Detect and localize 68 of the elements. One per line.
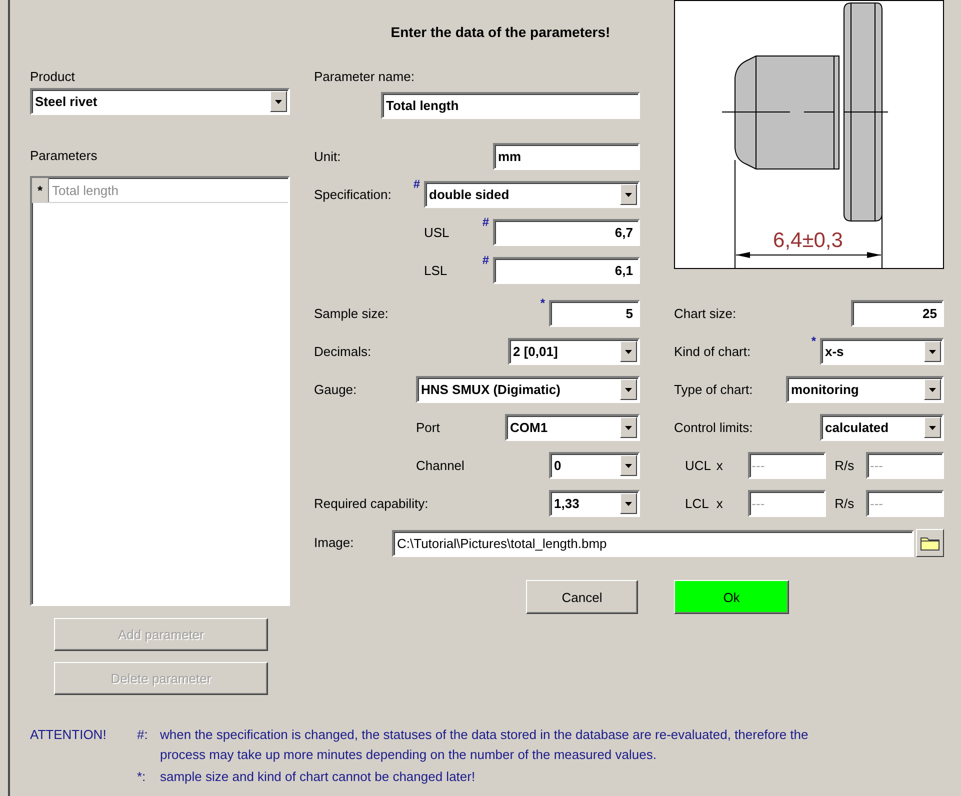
caret-icon — [929, 426, 936, 430]
ok-button[interactable]: Ok — [674, 580, 789, 614]
field-label: Decimals: — [314, 344, 372, 360]
image-path-field[interactable]: C:\Tutorial\Pictures\total_length.bmp — [392, 530, 914, 556]
limit-label: LCL — [684, 496, 710, 512]
capability-select[interactable]: 1,33 — [549, 490, 640, 517]
field-label: Parameter name: — [314, 69, 416, 85]
field-label: Parameters — [30, 148, 98, 164]
product-select[interactable]: Steel rivet — [30, 88, 290, 115]
field-label: x — [716, 458, 724, 474]
control-limits-select[interactable]: calculated — [820, 414, 944, 441]
decimals-select[interactable]: 2 [0,01] — [508, 338, 640, 365]
note-mark: *: — [137, 768, 147, 786]
caret-icon — [625, 426, 632, 430]
caret-icon — [625, 192, 632, 196]
channel-select[interactable]: 0 — [549, 452, 640, 479]
field-label: Control limits: — [674, 420, 754, 436]
caret-icon — [625, 350, 632, 354]
caret-icon — [275, 100, 282, 104]
field-label: Chart size: — [674, 306, 738, 322]
note-mark: #: — [137, 726, 149, 744]
chart-size-field[interactable]: 25 — [851, 300, 944, 327]
parameter-name-field[interactable]: Total length — [381, 92, 640, 119]
field-label: Product — [30, 69, 76, 85]
lsl-field[interactable]: 6,1 — [493, 257, 640, 284]
list-row[interactable]: * Total length — [32, 178, 288, 203]
dimension-label: 6,4±0,3 — [773, 229, 843, 252]
port-select[interactable]: COM1 — [505, 414, 640, 441]
limit-label: UCL — [684, 458, 712, 474]
caret-icon — [625, 502, 632, 506]
field-label: Image: — [314, 535, 355, 551]
chart-type-select[interactable]: monitoring — [786, 376, 944, 403]
field-label: Sample size: — [314, 306, 390, 322]
field-label: Specification: — [314, 186, 392, 202]
field-label: Kind of chart: — [674, 344, 752, 360]
chart-kind-select[interactable]: x-s — [820, 338, 944, 365]
browse-button[interactable] — [916, 529, 944, 557]
field-label: LSL — [423, 262, 448, 278]
required-mark: # — [482, 215, 490, 229]
caret-icon — [625, 464, 632, 468]
field-label: x — [716, 496, 724, 512]
note-text: when the specification is changed, the statuses of the data stored in the database are re-evaluated, therefore the process may take up more minutes depending on the number of the measured values. — [160, 726, 810, 764]
gauge-select[interactable]: HNS SMUX (Digimatic) — [416, 376, 640, 403]
folder-icon — [920, 535, 940, 551]
cancel-button[interactable]: Cancel — [526, 580, 638, 614]
field-label: R/s — [834, 458, 856, 474]
unit-field[interactable]: mm — [493, 143, 640, 170]
caret-icon — [929, 350, 936, 354]
field-label: Port — [415, 420, 441, 436]
required-mark: * — [811, 334, 817, 348]
field-label: Type of chart: — [674, 382, 754, 398]
field-label: Gauge: — [314, 382, 358, 398]
field-label: USL — [423, 224, 450, 240]
specification-select[interactable]: double sided — [424, 181, 640, 208]
dialog-title: Enter the data of the parameters! — [390, 23, 612, 42]
field-label: Required capability: — [314, 496, 430, 512]
field-label: Channel — [415, 458, 466, 474]
sample-size-field[interactable]: 5 — [549, 300, 640, 327]
field-label: R/s — [834, 496, 856, 512]
attention-label: ATTENTION! — [30, 726, 108, 744]
required-mark: # — [413, 177, 421, 191]
caret-icon — [929, 388, 936, 392]
note-text: sample size and kind of chart cannot be changed later! — [160, 768, 476, 786]
usl-field[interactable]: 6,7 — [493, 219, 640, 246]
caret-icon — [625, 388, 632, 392]
required-mark: * — [540, 296, 546, 310]
field-label: Unit: — [314, 148, 342, 164]
required-mark: # — [482, 253, 490, 267]
